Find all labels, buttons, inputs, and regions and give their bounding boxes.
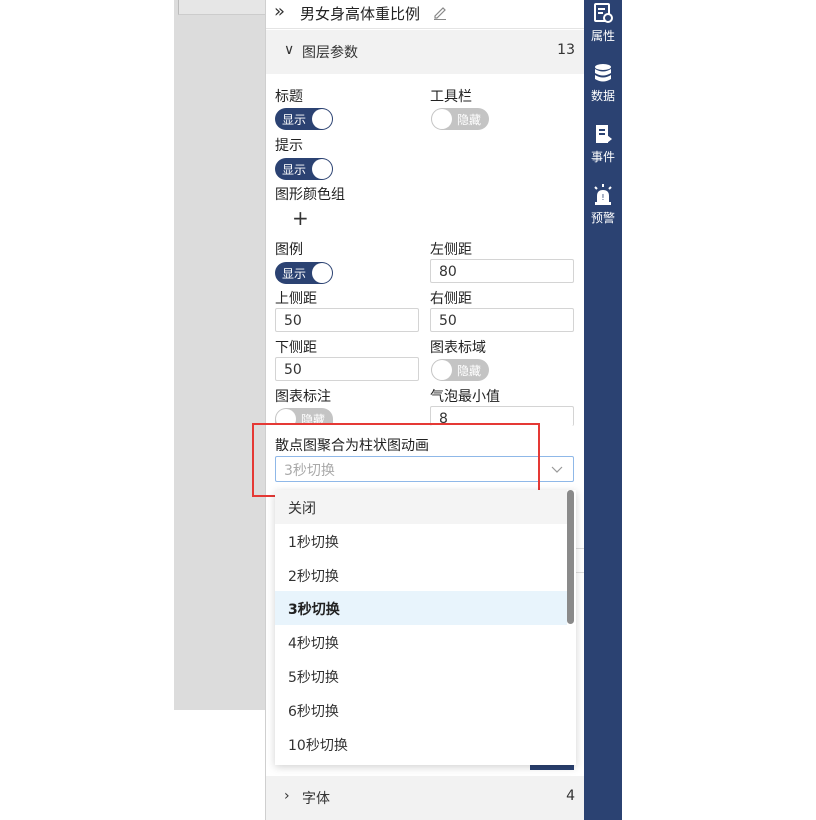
highlight-box bbox=[252, 423, 540, 497]
option-item[interactable]: 4秒切换 bbox=[275, 625, 567, 659]
color-group-label: 图形颜色组 bbox=[275, 187, 345, 203]
option-item[interactable]: 2秒切换 bbox=[275, 558, 567, 592]
edit-icon[interactable] bbox=[432, 4, 448, 20]
dropdown-scrollbar[interactable] bbox=[567, 490, 574, 624]
canvas-area bbox=[174, 0, 266, 710]
event-icon bbox=[596, 125, 612, 143]
option-item[interactable]: 5秒切换 bbox=[275, 659, 567, 693]
option-item[interactable]: 关闭 bbox=[275, 490, 567, 524]
section-count: 13 bbox=[557, 42, 575, 58]
toggle-knob bbox=[312, 159, 332, 179]
nav-label: 数据 bbox=[590, 89, 615, 103]
nav-item-events[interactable]: 事件 bbox=[584, 121, 622, 177]
nav-item-data[interactable]: 数据 bbox=[584, 60, 622, 116]
nav-item-properties[interactable]: 属性 bbox=[584, 0, 622, 56]
canvas-ruler bbox=[178, 0, 267, 15]
nav-label: 事件 bbox=[590, 150, 615, 164]
toggle-knob bbox=[312, 109, 332, 129]
nav-label: 属性 bbox=[590, 29, 615, 43]
toggle-text: 隐藏 bbox=[457, 113, 482, 127]
mark-point-label: 图表标注 bbox=[275, 389, 331, 405]
toggle-text: 显示 bbox=[282, 113, 307, 127]
option-item[interactable]: 10秒切换 bbox=[275, 727, 567, 761]
option-item[interactable]: 6秒切换 bbox=[275, 693, 567, 727]
tooltip-label: 提示 bbox=[275, 138, 303, 154]
chevron-down-icon bbox=[551, 466, 563, 473]
toggle-knob bbox=[432, 109, 452, 129]
chevron-down-icon: ∨ bbox=[284, 42, 295, 58]
chevron-right-icon: › bbox=[284, 788, 290, 804]
mark-point-toggle[interactable]: 隐藏 bbox=[275, 408, 333, 424]
title-toggle[interactable]: 显示 bbox=[275, 108, 333, 130]
option-item[interactable]: 1秒切换 bbox=[275, 524, 567, 558]
nav-label: 预警 bbox=[590, 211, 615, 225]
canvas-blank bbox=[174, 710, 266, 820]
properties-icon bbox=[594, 3, 613, 23]
toolbar-toggle[interactable]: 隐藏 bbox=[431, 108, 489, 130]
option-item-selected[interactable]: 3秒切换 bbox=[275, 591, 567, 625]
bottom-margin-input[interactable]: 50 bbox=[275, 357, 419, 381]
animation-dropdown: 关闭 1秒切换 2秒切换 3秒切换 4秒切换 5秒切换 6秒切换 10秒切换 bbox=[275, 490, 576, 765]
section-layer-params[interactable]: ∨ 图层参数 13 bbox=[266, 30, 585, 74]
bottom-margin-label: 下侧距 bbox=[275, 340, 317, 356]
section-label: 字体 bbox=[302, 791, 330, 807]
section-label: 图层参数 bbox=[302, 45, 358, 61]
bubble-min-label: 气泡最小值 bbox=[430, 389, 500, 405]
collapse-panel-icon[interactable]: » bbox=[274, 1, 285, 22]
side-nav: 属性 数据 事件 ! 预警 bbox=[584, 0, 622, 820]
legend-label: 图例 bbox=[275, 242, 303, 258]
legend-toggle[interactable]: 显示 bbox=[275, 262, 333, 284]
add-color-icon[interactable]: + bbox=[292, 206, 309, 230]
right-margin-input[interactable]: 50 bbox=[430, 308, 574, 332]
title-label: 标题 bbox=[275, 89, 303, 105]
toggle-text: 显示 bbox=[282, 163, 307, 177]
nav-item-alarm[interactable]: ! 预警 bbox=[584, 182, 622, 238]
toolbar-label: 工具栏 bbox=[430, 89, 472, 105]
top-margin-input[interactable]: 50 bbox=[275, 308, 419, 332]
toggle-knob bbox=[312, 263, 332, 283]
left-margin-input[interactable]: 80 bbox=[430, 259, 574, 283]
svg-text:!: ! bbox=[601, 193, 604, 202]
toggle-knob bbox=[432, 360, 452, 380]
top-margin-label: 上侧距 bbox=[275, 291, 317, 307]
panel-header: » 男女身高体重比例 bbox=[266, 0, 585, 29]
toggle-text: 隐藏 bbox=[457, 364, 482, 378]
alarm-icon: ! bbox=[594, 184, 612, 205]
panel-title: 男女身高体重比例 bbox=[300, 5, 421, 23]
toggle-knob bbox=[276, 409, 296, 424]
toggle-text: 显示 bbox=[282, 267, 307, 281]
tooltip-toggle[interactable]: 显示 bbox=[275, 158, 333, 180]
database-icon bbox=[595, 64, 611, 82]
mark-area-toggle[interactable]: 隐藏 bbox=[431, 359, 489, 381]
section-font[interactable]: › 字体 4 bbox=[266, 776, 585, 820]
section-count: 4 bbox=[566, 788, 575, 804]
right-margin-label: 右侧距 bbox=[430, 291, 472, 307]
left-margin-label: 左侧距 bbox=[430, 242, 472, 258]
mark-area-label: 图表标域 bbox=[430, 340, 486, 356]
